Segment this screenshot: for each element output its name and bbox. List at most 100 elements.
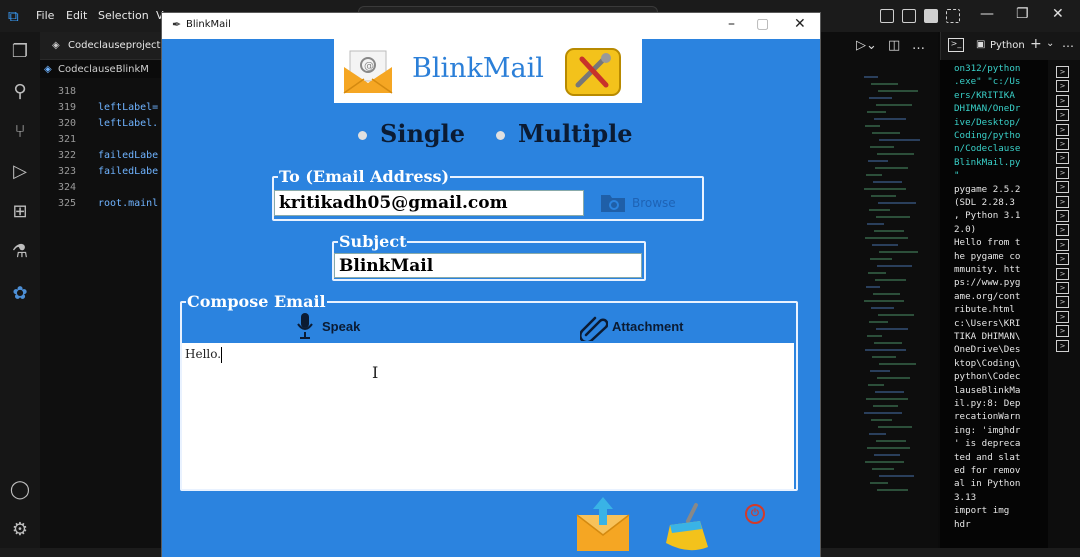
minimap-line <box>878 90 918 92</box>
minimap-line <box>875 167 908 169</box>
subject-input[interactable]: BlinkMail <box>334 253 642 278</box>
radio-single[interactable] <box>358 131 367 140</box>
run-debug-icon[interactable]: ▷ <box>8 160 32 184</box>
editor-tab[interactable]: Codeclauseproject1 <box>68 40 167 51</box>
settings-gear-icon[interactable]: ⚙ <box>8 518 32 542</box>
terminal-more-icon[interactable]: … <box>1062 36 1074 50</box>
terminal-output[interactable]: on312/python .exe" "c:/Us ers/KRITIKA DHIMA… <box>940 60 1048 557</box>
ibeam-cursor-icon: Ι <box>372 363 379 382</box>
terminal-tab-python[interactable]: Python <box>990 40 1025 51</box>
account-icon[interactable]: ◯ <box>8 478 32 502</box>
terminal-line: ame.org/cont <box>954 290 1021 302</box>
broom-clear-icon[interactable] <box>660 503 712 555</box>
terminal-instance-icon[interactable]: > <box>1056 138 1069 150</box>
python-icon[interactable]: ✿ <box>8 282 32 306</box>
terminal-instance-icon[interactable]: > <box>1056 253 1069 266</box>
menu-edit[interactable]: Edit <box>66 9 87 22</box>
terminal-instance-icon[interactable]: > <box>1056 310 1069 323</box>
terminal-instance-icon[interactable]: > <box>1056 109 1069 122</box>
search-icon[interactable]: ⚲ <box>8 80 32 104</box>
window-close-icon[interactable]: ✕ <box>794 16 806 32</box>
minimap-line <box>872 244 898 246</box>
blinkmail-titlebar: ✒ BlinkMail – ▢ ✕ <box>162 13 820 39</box>
menu-file[interactable]: File <box>36 9 54 22</box>
restore-icon[interactable]: ❐ <box>1016 6 1029 22</box>
minimap-line <box>866 174 882 176</box>
breadcrumb[interactable]: CodeclauseBlinkM <box>58 64 149 75</box>
terminal-icon[interactable]: >_ <box>948 38 964 52</box>
code-editor[interactable]: 318 319 leftLabel= 320 leftLabel. 321 322 faile… <box>40 78 165 548</box>
terminal-line: Coding/pytho <box>954 130 1021 141</box>
more-actions-icon[interactable]: … <box>912 38 925 53</box>
menu-selection[interactable]: Selection <box>98 9 149 22</box>
window-maximize-icon[interactable]: ▢ <box>756 16 769 32</box>
paperclip-icon[interactable] <box>580 313 608 341</box>
layout-secondary-sidebar-icon[interactable] <box>924 9 938 23</box>
terminal-instance-icon[interactable]: > <box>1056 123 1069 136</box>
terminal-line: 3.13 <box>954 491 977 503</box>
folder-icon[interactable] <box>600 191 626 213</box>
tools-icon <box>565 48 621 96</box>
close-icon[interactable]: ✕ <box>1052 6 1064 22</box>
terminal-instance-icon[interactable]: > <box>1056 181 1069 194</box>
radio-multiple-label[interactable]: Multiple <box>518 119 633 148</box>
minimap-line <box>879 251 918 253</box>
minimap-line <box>864 300 904 302</box>
minimap-line <box>868 272 886 274</box>
minimap-line <box>873 405 898 407</box>
new-terminal-icon[interactable]: + <box>1030 36 1042 52</box>
testing-icon[interactable]: ⚗ <box>8 240 32 264</box>
terminal-line: DHIMAN/OneDr <box>954 103 1021 115</box>
minimap-line <box>866 286 880 288</box>
terminal-instance-icon[interactable]: > <box>1056 267 1069 280</box>
terminal-instance-icon[interactable]: > <box>1056 94 1069 107</box>
terminal-instance-icon[interactable]: > <box>1056 339 1069 352</box>
minimap-line <box>875 391 904 393</box>
terminal-dropdown-icon[interactable]: ⌄ <box>1046 38 1054 49</box>
minimize-icon[interactable]: — <box>980 6 994 22</box>
source-control-icon[interactable]: ⑂ <box>8 120 32 144</box>
terminal-instance-icon[interactable]: > <box>1056 195 1069 208</box>
run-file-icon[interactable]: ▷⌄ <box>856 38 877 53</box>
terminal-instance-icon[interactable]: > <box>1056 152 1069 165</box>
explorer-icon[interactable]: ❐ <box>8 40 32 64</box>
power-exit-icon[interactable]: ⏻ <box>745 504 765 524</box>
terminal-instance-icon[interactable]: > <box>1056 166 1069 179</box>
minimap-line <box>864 188 906 190</box>
attachment-button[interactable]: Attachment <box>612 319 684 334</box>
minimap-line <box>874 230 904 232</box>
minimap-line <box>870 258 892 260</box>
minimap-line <box>874 342 902 344</box>
browse-button[interactable]: Browse <box>632 196 676 210</box>
split-editor-icon[interactable]: ◫ <box>888 38 900 53</box>
minimap-line <box>878 314 914 316</box>
editor-minimap-area: ▷⌄ ◫ … <box>820 32 938 557</box>
extensions-icon[interactable]: ⊞ <box>8 200 32 224</box>
terminal-instance-icon[interactable]: > <box>1056 224 1069 237</box>
to-email-input[interactable]: kritikadh05@gmail.com <box>274 190 584 216</box>
send-mail-icon[interactable] <box>575 495 631 553</box>
line-number: 319 <box>58 102 77 113</box>
terminal-line: ribute.html <box>954 304 1015 316</box>
window-minimize-icon[interactable]: – <box>728 16 735 32</box>
terminal-line: ps://www.pyg <box>954 277 1021 289</box>
terminal-instance-icon[interactable]: > <box>1056 325 1069 338</box>
terminal-instance-icon[interactable]: > <box>1056 80 1069 93</box>
layout-panel-icon[interactable] <box>902 9 916 23</box>
radio-multiple[interactable] <box>496 131 505 140</box>
customize-layout-icon[interactable] <box>946 9 960 23</box>
microphone-icon[interactable] <box>296 312 314 340</box>
terminal-instance-icon[interactable]: > <box>1056 238 1069 251</box>
terminal-instance-icon[interactable]: > <box>1056 282 1069 294</box>
radio-single-label[interactable]: Single <box>380 119 465 148</box>
terminal-line: pygame 2.5.2 <box>954 183 1021 195</box>
speak-button[interactable]: Speak <box>322 319 360 334</box>
terminal-line: recationWarn <box>954 411 1021 423</box>
compose-textarea[interactable]: Hello. Ι <box>182 343 794 489</box>
terminal-line: n/Codeclause <box>954 143 1021 155</box>
terminal-line: " <box>954 170 960 182</box>
terminal-instance-icon[interactable]: > <box>1056 210 1069 222</box>
terminal-instance-icon[interactable]: > <box>1056 296 1069 309</box>
terminal-instance-icon[interactable]: > <box>1056 66 1069 78</box>
layout-sidebar-icon[interactable] <box>880 9 894 23</box>
